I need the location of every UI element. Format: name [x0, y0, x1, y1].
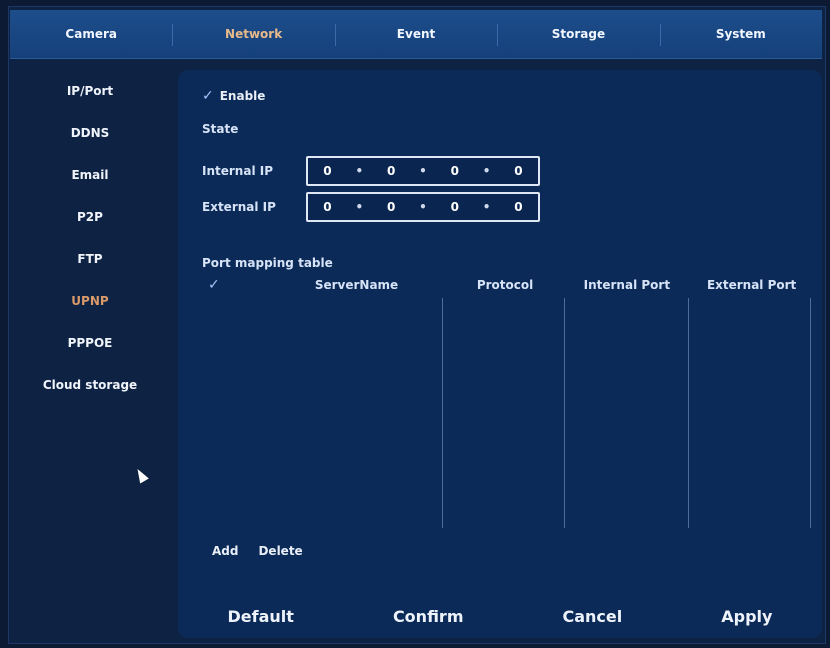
enable-label: Enable: [219, 89, 266, 103]
port-mapping-table-header: ✓ ServerName Protocol Internal Port Exte…: [202, 274, 814, 296]
internal-ip-field[interactable]: 0 • 0 • 0 • 0: [306, 156, 540, 186]
network-sidebar: IP/Port DDNS Email P2P FTP UPNP PPPOE Cl…: [10, 70, 170, 406]
internal-ip-label: Internal IP: [202, 164, 273, 178]
ip-octet: 0: [450, 200, 459, 214]
external-ip-row: External IP 0 • 0 • 0 • 0: [202, 192, 540, 222]
apply-button[interactable]: Apply: [705, 603, 788, 630]
table-actions: Add Delete: [212, 544, 303, 558]
sidebar-item-ip-port[interactable]: IP/Port: [10, 70, 170, 112]
sidebar-item-email[interactable]: Email: [10, 154, 170, 196]
port-mapping-table-body: [202, 298, 814, 528]
sidebar-item-cloud-storage[interactable]: Cloud storage: [10, 364, 170, 406]
cancel-button[interactable]: Cancel: [547, 603, 639, 630]
tab-storage[interactable]: Storage: [497, 10, 659, 58]
tab-network[interactable]: Network: [172, 10, 334, 58]
ip-octet: 0: [386, 164, 396, 178]
sidebar-item-pppoe[interactable]: PPPOE: [10, 322, 170, 364]
tab-event[interactable]: Event: [334, 10, 497, 58]
sidebar-item-p2p[interactable]: P2P: [10, 196, 170, 238]
col-protocol: Protocol: [476, 278, 534, 292]
footer-buttons: Default Confirm Cancel Apply: [178, 596, 822, 636]
ip-octet: 0: [514, 164, 523, 178]
column-divider: [688, 298, 689, 528]
ip-octet: 0: [514, 200, 523, 214]
sidebar-item-ddns[interactable]: DDNS: [10, 112, 170, 154]
port-mapping-table-title: Port mapping table: [202, 256, 333, 270]
sidebar-item-ftp[interactable]: FTP: [10, 238, 170, 280]
confirm-button[interactable]: Confirm: [377, 603, 480, 630]
ip-octet: 0: [323, 164, 332, 178]
check-icon: ✓: [202, 88, 214, 104]
sidebar-item-upnp[interactable]: UPNP: [10, 280, 170, 322]
select-all-check-icon[interactable]: ✓: [202, 277, 267, 293]
column-divider: [564, 298, 565, 528]
enable-checkbox[interactable]: ✓ Enable: [202, 88, 265, 104]
delete-button[interactable]: Delete: [258, 544, 302, 558]
state-label: State: [202, 122, 239, 136]
col-internal-port: Internal Port: [583, 278, 671, 292]
column-divider: [442, 298, 443, 528]
upnp-panel: ✓ Enable State Internal IP 0 • 0 • 0 • 0 Ex…: [178, 70, 822, 638]
column-divider: [810, 298, 811, 528]
external-ip-label: External IP: [202, 200, 276, 214]
internal-ip-row: Internal IP 0 • 0 • 0 • 0: [202, 156, 540, 186]
top-tab-bar: Camera Network Event Storage System: [10, 10, 822, 59]
ip-octet: 0: [450, 164, 459, 178]
default-button[interactable]: Default: [212, 603, 310, 630]
tab-camera[interactable]: Camera: [10, 10, 172, 58]
external-ip-field[interactable]: 0 • 0 • 0 • 0: [306, 192, 540, 222]
tab-system[interactable]: System: [659, 10, 822, 58]
ip-octet: 0: [323, 200, 332, 214]
col-external-port: External Port: [706, 278, 797, 292]
col-server-name: ServerName: [314, 278, 399, 292]
ip-octet: 0: [386, 200, 396, 214]
add-button[interactable]: Add: [212, 544, 238, 558]
